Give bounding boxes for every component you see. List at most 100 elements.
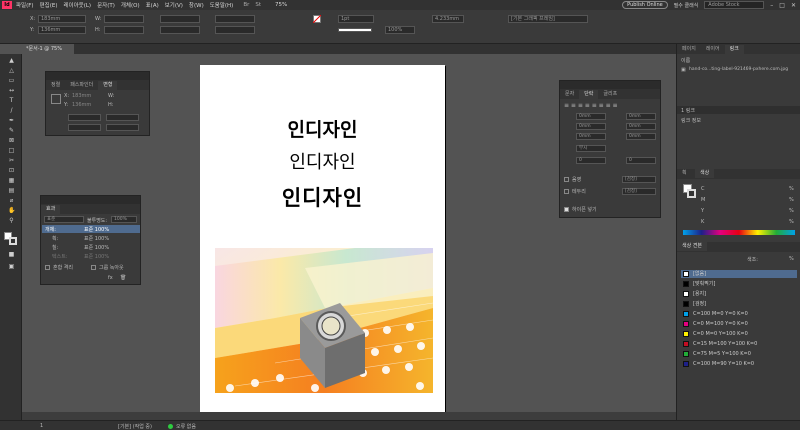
shear-field[interactable] [215,26,255,34]
fill-swatch-icon[interactable] [313,15,321,23]
color-spectrum-bar[interactable] [683,230,795,235]
swatch-magenta[interactable]: C=0 M=100 Y=0 K=0 [681,320,797,328]
document-page[interactable]: 인디자인 인디자인 인디자인 [200,65,445,417]
shading-checkbox[interactable] [564,177,569,182]
swatch-yellow[interactable]: C=0 M=0 Y=100 K=0 [681,330,797,338]
scissors-tool-icon[interactable]: ✂ [8,158,15,164]
minimize-icon[interactable]: – [770,2,773,9]
heading-regular-text[interactable]: 인디자인 [200,148,445,174]
line-tool-icon[interactable]: / [8,108,15,114]
effects-row-text[interactable]: 텍스트: 표준 100% [42,252,140,260]
tab-color[interactable]: 색상 [695,169,715,178]
left-indent-field[interactable]: 0mm [576,113,606,120]
fx-icon[interactable]: fx [108,275,113,281]
drop-cap-chars-field[interactable]: 0 [626,157,656,164]
preflight-status-text[interactable]: 오류 없음 [176,423,196,430]
border-checkbox[interactable] [564,189,569,194]
tab-glyphs[interactable]: 글리프 [598,90,622,99]
tab-layers[interactable]: 레이어 [701,45,725,54]
free-transform-tool-icon[interactable]: ⊡ [8,168,15,174]
hand-tool-icon[interactable]: ✋ [8,208,15,214]
selection-tool-icon[interactable]: ▲ [8,58,15,64]
right-indent-field[interactable]: 0mm [626,113,656,120]
menu-file[interactable]: 파일(F) [16,1,34,9]
size-field[interactable]: 4.233mm [432,15,464,23]
tab-stroke[interactable]: 획 [677,169,692,178]
channel-m-value[interactable]: % [789,197,794,203]
tab-pathfinder[interactable]: 패스파인더 [65,81,98,90]
direct-selection-tool-icon[interactable]: △ [8,68,15,74]
shading-color-select[interactable]: [검정] [622,176,656,183]
scale-x-field[interactable] [68,114,101,121]
swatch-cyan[interactable]: C=100 M=0 Y=0 K=0 [681,310,797,318]
stock-search-input[interactable]: Adobe Stock [704,1,765,9]
placed-image-color-swatches[interactable] [215,248,433,393]
transform-y-value[interactable]: 136mm [72,102,91,108]
note-tool-icon[interactable]: ▤ [8,188,15,194]
zoom-level[interactable]: 75% [275,2,287,8]
blend-mode-select[interactable]: 표준 [44,216,84,223]
swatch-blue[interactable]: C=100 M=90 Y=10 K=0 [681,360,797,368]
link-info-label[interactable]: 링크 정보 [681,117,701,124]
delete-icon[interactable]: 🗑 [120,275,126,281]
close-icon[interactable]: ✕ [791,2,796,9]
rotate-field[interactable] [215,15,255,23]
page-tool-icon[interactable]: ▭ [8,78,15,84]
stroke-type-selector[interactable] [338,28,372,32]
channel-c-value[interactable]: % [789,186,794,192]
publish-online-button[interactable]: Publish Online [622,1,668,9]
tab-links[interactable]: 링크 [724,45,744,54]
channel-y-value[interactable]: % [789,208,794,214]
pen-tool-icon[interactable]: ✒ [8,118,15,124]
frame-style-select[interactable]: [기본 그래픽 프레임] [508,15,588,23]
apply-color-icon[interactable]: ■ [8,252,15,258]
menu-window[interactable]: 창(W) [189,1,204,9]
panel-header[interactable] [560,81,660,89]
tab-transform[interactable]: 변형 [98,81,118,90]
tab-align[interactable]: 정렬 [46,81,65,90]
space-after-field[interactable]: 0mm [626,133,656,140]
pencil-tool-icon[interactable]: ✎ [8,128,15,134]
rotate-field[interactable] [68,124,101,131]
swatch-black[interactable]: [검정] [681,300,797,308]
stroke-weight-field[interactable]: 1pt [338,15,374,23]
tab-effects[interactable]: 효과 [41,205,61,214]
w-field[interactable] [104,15,144,23]
tab-swatches[interactable]: 색상 견본 [677,242,707,251]
effects-row-object[interactable]: 개체: 표준 100% [42,225,140,233]
maximize-icon[interactable]: □ [779,2,785,9]
menu-layout[interactable]: 레이아웃(L) [63,1,91,9]
page-number-field[interactable]: 1 [40,423,43,429]
swatch-registration[interactable]: [맞춰찍기] [681,280,797,288]
space-before-field[interactable]: 0mm [576,133,606,140]
tab-character[interactable]: 문자 [560,90,579,99]
menu-help[interactable]: 도움말(H) [210,1,234,9]
isolate-blending-checkbox[interactable] [45,265,50,270]
border-color-select[interactable]: [검정] [622,188,656,195]
heading-heavy-text[interactable]: 인디자인 [200,182,445,212]
opacity-field[interactable]: 100% [385,26,415,34]
swatch-green[interactable]: C=75 M=5 Y=100 K=0 [681,350,797,358]
scale-y-field[interactable] [106,114,139,121]
menu-type[interactable]: 문자(T) [97,1,115,9]
y-field[interactable]: 136mm [38,26,86,34]
menu-object[interactable]: 개체(O) [121,1,140,9]
effects-row-stroke[interactable]: 획: 표준 100% [42,234,140,242]
type-tool-icon[interactable]: T [8,98,15,104]
hyphenate-checkbox[interactable] [564,207,569,212]
eyedropper-tool-icon[interactable]: ⌀ [8,198,15,204]
drop-cap-lines-field[interactable]: 0 [576,157,606,164]
gradient-tool-icon[interactable]: ▦ [8,178,15,184]
panel-header[interactable] [41,196,140,204]
bridge-icon[interactable]: Br [243,2,249,8]
menu-view[interactable]: 보기(V) [165,1,183,9]
h-field[interactable] [104,26,144,34]
transform-x-value[interactable]: 183mm [72,93,91,99]
scale-y-field[interactable] [160,26,200,34]
reference-point-icon[interactable] [51,94,61,104]
effects-row-fill[interactable]: 칠: 표준 100% [42,243,140,251]
first-line-indent-field[interactable]: 0mm [576,123,606,130]
tab-pages[interactable]: 페이지 [677,45,701,54]
zoom-tool-icon[interactable]: ⚲ [8,218,15,224]
screen-mode-icon[interactable]: ▣ [8,264,15,270]
